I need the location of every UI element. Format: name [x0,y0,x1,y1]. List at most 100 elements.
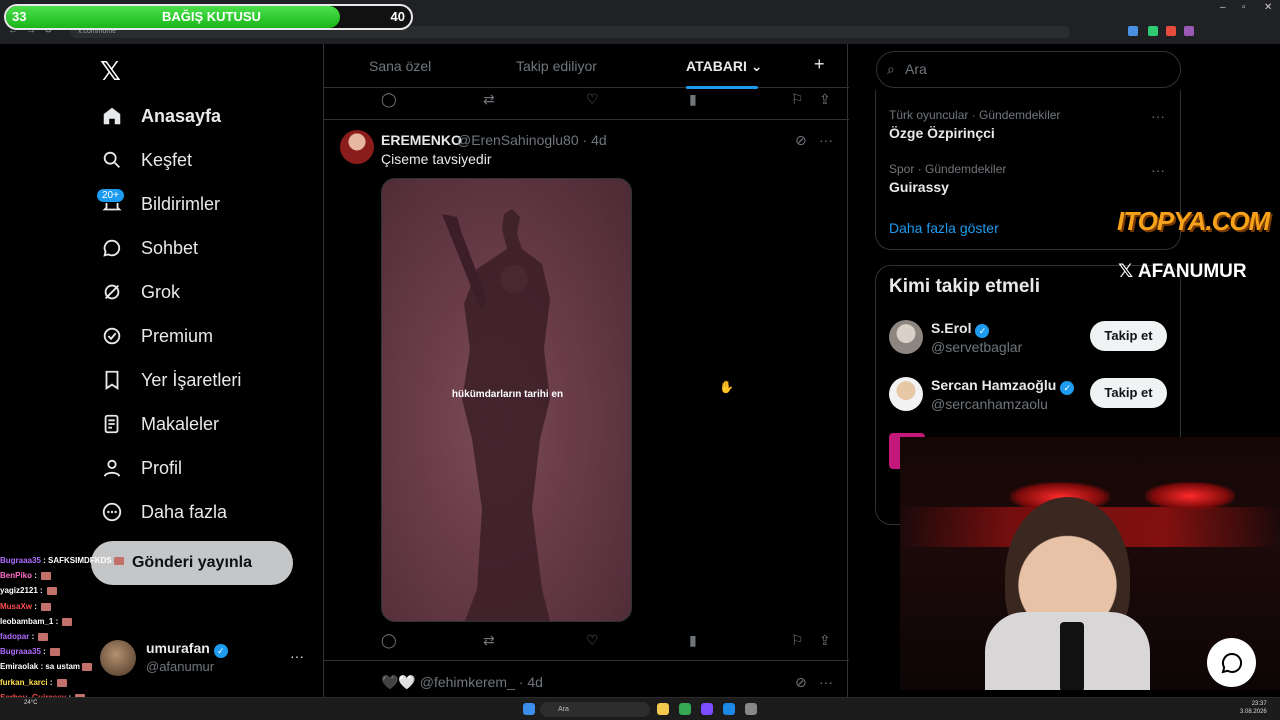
nav-item-premium[interactable]: Premium [100,321,213,351]
chat-user: BenPiko [0,571,33,581]
person-icon [100,456,124,480]
chat-message: Emiraolak : sa ustam [0,659,310,674]
suggestion-name[interactable]: Sercan Hamzaoğlu ✓ [931,377,1075,395]
more-icon[interactable]: ··· [1151,108,1165,124]
share-icon[interactable]: ⇪ [819,632,831,649]
taskbar-search[interactable]: Ara [540,702,650,717]
premium-icon [100,324,124,348]
follow-button[interactable]: Takip et [1090,321,1167,351]
chat-user: Bugraaa35 [0,647,41,657]
emote-icon [113,556,124,565]
nav-item-home[interactable]: Anasayfa [100,101,221,131]
avatar[interactable] [889,320,923,354]
extension-icon[interactable] [1128,26,1138,36]
more-icon[interactable]: ··· [819,132,833,148]
x-logo[interactable]: 𝕏 [100,56,121,87]
emote-icon [82,663,93,672]
more-icon[interactable]: ··· [819,674,833,690]
timeline-tabs: Sana özel Takip ediliyor ATABARI ⌄ + [324,44,849,89]
retweet-icon[interactable]: ⇄ [483,91,495,108]
more-icon[interactable]: ··· [1151,162,1165,178]
streamer-tag: 𝕏 AFANUMUR [1118,261,1247,282]
maximize-icon[interactable]: ▫ [1242,2,1246,13]
messages-button[interactable] [1207,638,1256,687]
views-icon[interactable]: ▮ [689,91,697,108]
search-icon [100,148,124,172]
avatar[interactable] [889,377,923,411]
home-icon [100,104,124,128]
like-icon[interactable]: ♡ [586,632,599,649]
avatar[interactable] [340,130,374,164]
nav-item-article[interactable]: Makaleler [100,409,219,439]
tweet-author-name[interactable]: EREMENKO [381,132,462,148]
nav-item-label: Profil [141,457,183,478]
bookmark-icon[interactable]: ⚐ [791,91,804,108]
nav-item-more-circle[interactable]: Daha fazla [100,497,227,527]
bookmark-icon[interactable]: ⚐ [791,632,804,649]
divider [324,119,849,120]
add-tab-button[interactable]: + [814,54,825,75]
nav-item-bookmark[interactable]: Yer İşaretleri [100,365,241,395]
stream-chat: Bugraaa35 : SAFKSIMDFKDS BenPiko : yagiz2… [0,553,310,720]
chat-message: furkan_karci : [0,675,310,690]
minimize-icon[interactable]: – [1220,2,1226,13]
retweet-icon[interactable]: ⇄ [483,632,495,649]
emote-icon [41,602,52,611]
suggestion-name[interactable]: S.Erol ✓ [931,320,990,338]
nav-item-person[interactable]: Profil [100,453,182,483]
notification-badge: 20+ [96,188,125,203]
show-more-link[interactable]: Daha fazla göster [889,220,999,236]
emote-icon [62,617,73,626]
active-tab-indicator [686,86,758,89]
grok-icon[interactable]: ⊘ [795,674,807,691]
tweet-author-handle[interactable]: 🖤🤍 @fehimkerem_ · 4d [381,674,543,691]
grok-icon[interactable]: ⊘ [795,132,807,149]
nav-item-chat[interactable]: Sohbet [100,233,198,263]
donation-current: 33 [12,9,27,24]
tab-following[interactable]: Takip ediliyor [516,58,597,74]
share-icon[interactable]: ⇪ [819,91,831,108]
tab-atabari[interactable]: ATABARI ⌄ [686,58,763,75]
emote-icon [56,678,67,687]
emote-icon [50,648,61,657]
media-caption: hükümdarların tarihi en [451,389,564,400]
views-icon[interactable]: ▮ [689,632,697,649]
reply-icon[interactable]: ◯ [381,632,397,649]
tweet-media-image[interactable]: hükümdarların tarihi en [381,178,632,622]
who-to-follow-title: Kimi takip etmeli [889,276,1040,297]
nav-item-search[interactable]: Keşfet [100,145,192,175]
follow-button[interactable]: Takip et [1090,378,1167,408]
folder-icon[interactable] [657,703,669,715]
nav-item-label: Premium [141,325,214,346]
search-input[interactable]: ⌕ Ara [876,51,1181,88]
emote-icon [38,632,49,641]
trend-title[interactable]: Guirassy [889,179,949,195]
divider [324,660,849,661]
extension-icon[interactable] [1148,26,1158,36]
chrome-icon[interactable] [679,703,691,715]
close-icon[interactable]: ✕ [1264,2,1272,13]
app-icon[interactable] [745,703,757,715]
like-icon[interactable]: ♡ [586,91,599,108]
weather-widget[interactable]: 24°C [24,700,37,706]
timeline: Sana özel Takip ediliyor ATABARI ⌄ + ◯ ⇄… [323,44,849,720]
start-icon[interactable] [523,703,535,715]
nav-item-grok[interactable]: Grok [100,277,180,307]
sponsor-logo: ITOPYA.COM [1117,206,1270,236]
tab-for-you[interactable]: Sana özel [369,58,431,74]
suggestion-handle[interactable]: @servetbaglar [931,339,1022,355]
chat-message: MusaXw : [0,599,310,614]
trend-title[interactable]: Özge Özpirinçci [889,125,995,141]
extension-icon[interactable] [1166,26,1176,36]
nav-item-label: Yer İşaretleri [141,369,242,390]
edge-icon[interactable] [723,703,735,715]
suggestion-handle[interactable]: @sercanhamzaolu [931,396,1048,412]
chat-icon [100,236,124,260]
discord-icon[interactable] [701,703,713,715]
chat-user: furkan_karci [0,677,48,687]
extension-icon[interactable] [1184,26,1194,36]
tweet-author-handle[interactable]: @ErenSahinoglu80 · 4d [457,132,607,148]
system-clock[interactable]: 23:37 3.08.2026 [1240,700,1267,716]
reply-icon[interactable]: ◯ [381,91,397,108]
taskbar: 24°C Ara 23:37 3.08.2026 [0,697,1280,720]
